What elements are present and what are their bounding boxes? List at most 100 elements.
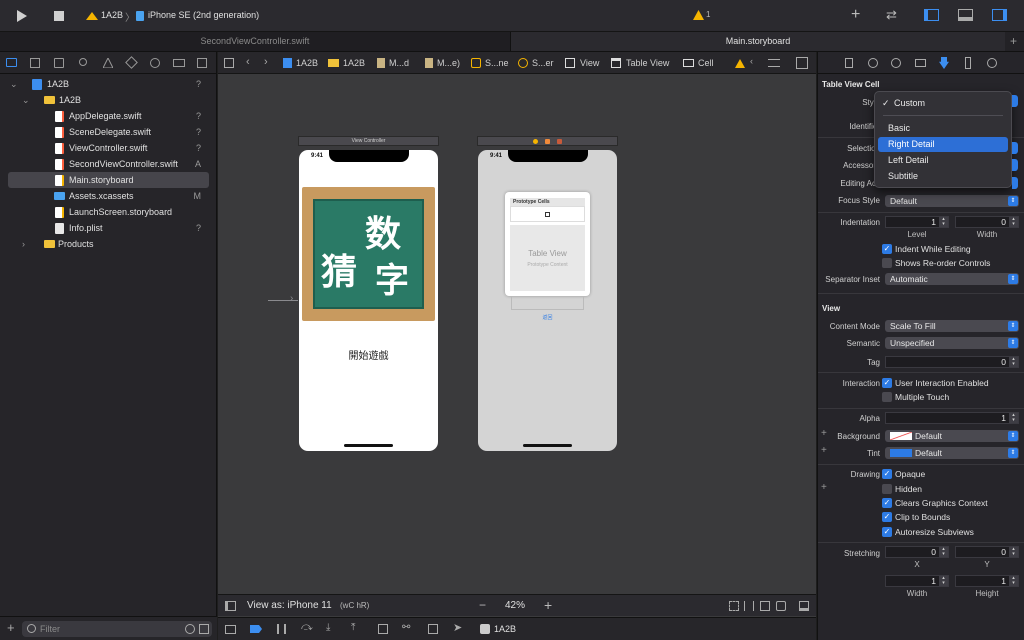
history-inspector-icon[interactable] [868, 58, 878, 68]
table-cell[interactable] [510, 206, 585, 222]
style-dropdown-menu[interactable]: ✓ Custom Basic Right Detail Left Detail S… [874, 91, 1012, 188]
stretch-y-field[interactable]: 0 ▴ ▾ [955, 546, 1019, 558]
stepper-icon[interactable]: ▴ ▾ [1009, 576, 1018, 586]
memory-graph-icon[interactable]: ⚯ [402, 622, 410, 633]
source-control-icon[interactable] [30, 58, 40, 68]
stepper-icon[interactable]: ▴ ▾ [939, 217, 948, 227]
step-in-icon[interactable]: ⤓ [326, 622, 330, 633]
semantic-popup[interactable]: Unspecified ⇕ [885, 337, 1019, 349]
resolve-icon[interactable] [776, 601, 786, 611]
add-variation-icon[interactable]: + [821, 482, 827, 493]
iphone-screen[interactable]: 9:41 数 猜 字 開始遊戲 [299, 150, 438, 451]
tab-main-storyboard[interactable]: Main.storyboard [511, 32, 1005, 51]
chevron-left-icon[interactable]: ‹ [750, 56, 753, 66]
stepper-icon[interactable]: ▴ ▾ [1009, 217, 1018, 227]
list-item[interactable]: LaunchScreen.storyboard [8, 204, 209, 220]
warning-icon[interactable] [692, 9, 704, 21]
environment-icon[interactable] [428, 624, 438, 634]
clip-to-bounds-checkbox[interactable]: ✓ Clip to Bounds [882, 511, 950, 523]
scene-title-bar[interactable]: View Controller [298, 136, 439, 146]
breadcrumb[interactable]: View [580, 52, 599, 74]
menu-item-left-detail[interactable]: Left Detail [878, 153, 1008, 168]
table-view[interactable]: Prototype Cells Table View Prototype Con… [505, 192, 590, 296]
folder-icon[interactable] [6, 58, 17, 67]
scene-second-view-controller[interactable]: 9:41 Prototype Cells Table View Prototyp… [477, 136, 618, 452]
clears-graphics-checkbox[interactable]: ✓ Clears Graphics Context [882, 497, 988, 509]
stepper-icon[interactable]: ▴ ▾ [1009, 547, 1018, 557]
breadcrumb[interactable]: Table View [626, 52, 669, 74]
stepper-icon[interactable]: ▴ ▾ [1009, 413, 1018, 423]
chevron-right-icon[interactable]: › [22, 236, 25, 252]
breadcrumb[interactable]: Cell [698, 52, 714, 74]
menu-item-custom[interactable]: ✓ Custom [878, 96, 1008, 111]
chevron-down-icon[interactable]: ⌄ [10, 76, 18, 92]
menu-item-right-detail[interactable]: Right Detail [878, 137, 1008, 152]
align-icon[interactable] [744, 601, 754, 611]
indent-while-editing-checkbox[interactable]: ✓ Indent While Editing [882, 243, 971, 255]
tag-field[interactable]: 0 ▴ ▾ [885, 356, 1019, 368]
debug-target[interactable]: 1A2B [494, 624, 516, 634]
list-item[interactable]: Info.plist ? [8, 220, 209, 236]
show-reorder-checkbox[interactable]: Shows Re-order Controls [882, 257, 990, 269]
grid-icon[interactable] [224, 58, 234, 68]
style-popup-edge[interactable] [1012, 95, 1018, 107]
add-editor-icon[interactable] [796, 57, 808, 69]
list-item[interactable]: Main.storyboard [8, 172, 209, 188]
back-icon[interactable]: ‹ [246, 56, 250, 68]
help-inspector-icon[interactable] [891, 58, 901, 68]
size-inspector-icon[interactable] [965, 57, 971, 69]
debug-icon[interactable] [150, 58, 160, 68]
list-item[interactable]: › Products [8, 236, 209, 252]
indentation-width-field[interactable]: 0 ▴ ▾ [955, 216, 1019, 228]
report-icon[interactable] [197, 58, 207, 68]
update-frames-icon[interactable] [729, 601, 739, 611]
list-item[interactable]: SceneDelegate.swift ? [8, 124, 209, 140]
breadcrumb[interactable]: M...d [389, 52, 409, 74]
debug-toggle-icon[interactable] [958, 9, 973, 21]
run-icon[interactable] [14, 9, 28, 23]
breadcrumb[interactable]: S...er [532, 52, 554, 74]
background-popup[interactable]: Default ⇕ [885, 430, 1019, 442]
navigator-toggle-icon[interactable] [924, 9, 939, 21]
symbol-icon[interactable] [54, 58, 64, 68]
opaque-checkbox[interactable]: ✓ Opaque [882, 468, 925, 480]
view-as-label[interactable]: View as: iPhone 11 [247, 600, 332, 611]
view-hierarchy-icon[interactable] [378, 624, 388, 634]
clock-icon[interactable] [185, 624, 195, 634]
list-item[interactable]: ⌄ 1A2B [8, 92, 209, 108]
zoom-out-icon[interactable]: − [479, 598, 486, 612]
lines-icon[interactable] [768, 59, 780, 67]
autoresize-checkbox[interactable]: ✓ Autoresize Subviews [882, 526, 974, 538]
scheme-name[interactable]: 1A2B [101, 10, 123, 20]
attributes-inspector-icon[interactable] [939, 57, 949, 69]
back-link[interactable]: 返回 [478, 314, 617, 321]
list-item[interactable]: ViewController.swift ? [8, 140, 209, 156]
iphone-screen[interactable]: 9:41 Prototype Cells Table View Prototyp… [478, 150, 617, 451]
add-icon[interactable]: + [7, 620, 15, 635]
breadcrumb[interactable]: S...ne [485, 52, 509, 74]
add-tab-icon[interactable]: + [1010, 34, 1017, 48]
list-item[interactable]: Assets.xcassets M [8, 188, 209, 204]
connections-inspector-icon[interactable] [987, 58, 997, 68]
console-toggle-icon[interactable] [225, 625, 236, 634]
pin-icon[interactable] [760, 601, 770, 611]
test-icon[interactable] [125, 56, 138, 69]
content-mode-popup[interactable]: Scale To Fill ⇕ [885, 320, 1019, 332]
selection-popup-edge[interactable] [1012, 142, 1018, 154]
location-icon[interactable]: ➤ [453, 621, 462, 634]
editing-accessory-popup-edge[interactable] [1012, 177, 1018, 189]
stepper-icon[interactable]: ▴ ▾ [939, 547, 948, 557]
zoom-in-icon[interactable]: + [544, 597, 552, 613]
focus-style-popup[interactable]: Default ⇕ [885, 195, 1019, 207]
breakpoint-icon[interactable] [173, 59, 185, 67]
search-icon[interactable] [79, 58, 87, 66]
outline-toggle-icon[interactable] [225, 601, 236, 611]
stretch-x-field[interactable]: 0 ▴ ▾ [885, 546, 949, 558]
zoom-level[interactable]: 42% [505, 600, 525, 611]
breadcrumb[interactable]: 1A2B [296, 52, 318, 74]
identity-inspector-icon[interactable] [915, 59, 926, 67]
list-item[interactable]: AppDelegate.swift ? [8, 108, 209, 124]
step-out-icon[interactable]: ⤒ [351, 622, 355, 633]
swap-icon[interactable]: ⇄ [886, 7, 897, 23]
list-item[interactable]: ⌄ 1A2B ? [8, 76, 209, 92]
